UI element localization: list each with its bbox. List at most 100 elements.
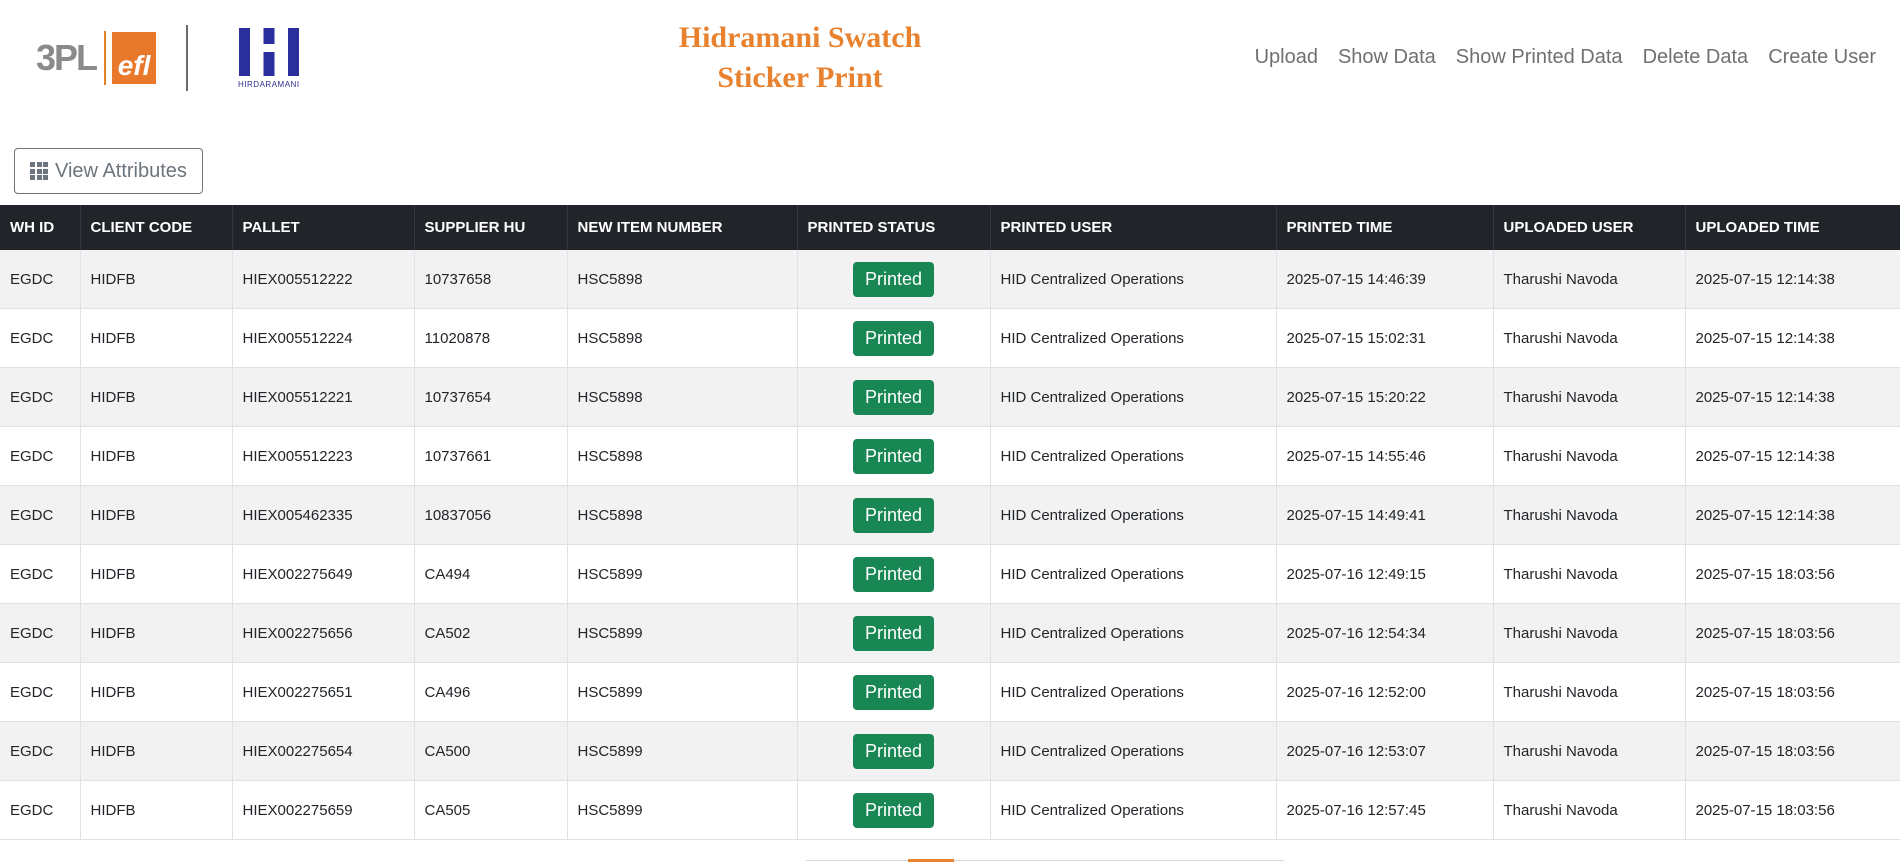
printed-status-badge[interactable]: Printed — [852, 497, 935, 533]
table-row: EGDC HIDFB HIEX002275654 CA500 HSC5899 P… — [0, 721, 1900, 781]
col-header-uploaded-time[interactable]: UPLOADED TIME — [1685, 205, 1900, 250]
cell-uploaded-time: 2025-07-15 12:14:38 — [1685, 426, 1900, 486]
col-header-printed-status[interactable]: PRINTED STATUS — [797, 205, 991, 250]
cell-supplier-hu: CA505 — [414, 780, 568, 840]
printed-status-badge[interactable]: Printed — [852, 438, 935, 474]
nav-show-printed-data[interactable]: Show Printed Data — [1456, 46, 1623, 69]
col-header-supplier-hu[interactable]: SUPPLIER HU — [414, 205, 568, 250]
col-header-client-code[interactable]: CLIENT CODE — [80, 205, 233, 250]
cell-pallet: HIEX005512222 — [232, 250, 415, 309]
cell-supplier-hu: 11020878 — [414, 308, 568, 368]
col-header-printed-time[interactable]: PRINTED TIME — [1276, 205, 1494, 250]
cell-uploaded-user: Tharushi Navoda — [1493, 544, 1686, 604]
table-row: EGDC HIDFB HIEX002275651 CA496 HSC5899 P… — [0, 662, 1900, 722]
printed-status-badge[interactable]: Printed — [852, 674, 935, 710]
cell-uploaded-time: 2025-07-15 18:03:56 — [1685, 662, 1900, 722]
cell-new-item-number: HSC5898 — [567, 485, 798, 545]
cell-client-code: HIDFB — [80, 603, 233, 663]
cell-printed-status: Printed — [797, 721, 991, 781]
col-header-printed-user[interactable]: PRINTED USER — [990, 205, 1277, 250]
cell-supplier-hu: 10737658 — [414, 250, 568, 309]
cell-supplier-hu: 10737661 — [414, 426, 568, 486]
nav-upload[interactable]: Upload — [1255, 46, 1318, 69]
col-header-new-item-number[interactable]: NEW ITEM NUMBER — [567, 205, 798, 250]
printed-status-badge[interactable]: Printed — [852, 379, 935, 415]
view-attributes-button[interactable]: View Attributes — [14, 148, 203, 194]
printed-status-badge[interactable]: Printed — [852, 556, 935, 592]
cell-wh-id: EGDC — [0, 603, 81, 663]
cell-new-item-number: HSC5898 — [567, 426, 798, 486]
data-table: WH ID CLIENT CODE PALLET SUPPLIER HU NEW… — [0, 205, 1900, 840]
cell-uploaded-time: 2025-07-15 12:14:38 — [1685, 308, 1900, 368]
cell-pallet: HIEX002275656 — [232, 603, 415, 663]
cell-pallet: HIEX005512221 — [232, 367, 415, 427]
cell-supplier-hu: CA500 — [414, 721, 568, 781]
cell-uploaded-time: 2025-07-15 18:03:56 — [1685, 780, 1900, 840]
cell-uploaded-user: Tharushi Navoda — [1493, 662, 1686, 722]
cell-wh-id: EGDC — [0, 721, 81, 781]
cell-client-code: HIDFB — [80, 662, 233, 722]
cell-printed-time: 2025-07-16 12:53:07 — [1276, 721, 1494, 781]
cell-uploaded-time: 2025-07-15 18:03:56 — [1685, 544, 1900, 604]
cell-client-code: HIDFB — [80, 250, 233, 309]
page-header: 3PL efl HIRDARAMANI Hidramani Swatch Sti… — [0, 0, 1900, 118]
cell-new-item-number: HSC5898 — [567, 367, 798, 427]
cell-uploaded-user: Tharushi Navoda — [1493, 367, 1686, 427]
printed-status-badge[interactable]: Printed — [852, 261, 935, 297]
cell-printed-time: 2025-07-15 14:55:46 — [1276, 426, 1494, 486]
cell-wh-id: EGDC — [0, 367, 81, 427]
cell-pallet: HIEX002275651 — [232, 662, 415, 722]
cell-printed-user: HID Centralized Operations — [990, 721, 1277, 781]
cell-printed-time: 2025-07-16 12:52:00 — [1276, 662, 1494, 722]
cell-uploaded-time: 2025-07-15 12:14:38 — [1685, 367, 1900, 427]
cell-pallet: HIEX002275649 — [232, 544, 415, 604]
cell-printed-user: HID Centralized Operations — [990, 662, 1277, 722]
table-row: EGDC HIDFB HIEX005512221 10737654 HSC589… — [0, 367, 1900, 427]
cell-printed-status: Printed — [797, 603, 991, 663]
cell-supplier-hu: 10737654 — [414, 367, 568, 427]
cell-printed-status: Printed — [797, 250, 991, 309]
cell-pallet: HIEX002275654 — [232, 721, 415, 781]
cell-new-item-number: HSC5898 — [567, 308, 798, 368]
cell-printed-status: Printed — [797, 544, 991, 604]
cell-printed-user: HID Centralized Operations — [990, 780, 1277, 840]
cell-supplier-hu: 10837056 — [414, 485, 568, 545]
nav-show-data[interactable]: Show Data — [1338, 46, 1436, 69]
cell-wh-id: EGDC — [0, 308, 81, 368]
cell-pallet: HIEX002275659 — [232, 780, 415, 840]
col-header-pallet[interactable]: PALLET — [232, 205, 415, 250]
cell-new-item-number: HSC5899 — [567, 603, 798, 663]
data-table-container: WH ID CLIENT CODE PALLET SUPPLIER HU NEW… — [0, 205, 1900, 840]
nav-create-user[interactable]: Create User — [1768, 46, 1876, 69]
cell-printed-user: HID Centralized Operations — [990, 603, 1277, 663]
cell-client-code: HIDFB — [80, 426, 233, 486]
cell-printed-time: 2025-07-15 14:46:39 — [1276, 250, 1494, 309]
cell-client-code: HIDFB — [80, 544, 233, 604]
printed-status-badge[interactable]: Printed — [852, 792, 935, 828]
table-row: EGDC HIDFB HIEX002275659 CA505 HSC5899 P… — [0, 780, 1900, 840]
grid-icon — [30, 162, 48, 180]
cell-new-item-number: HSC5899 — [567, 721, 798, 781]
cell-uploaded-time: 2025-07-15 12:14:38 — [1685, 250, 1900, 309]
cell-client-code: HIDFB — [80, 308, 233, 368]
cell-printed-user: HID Centralized Operations — [990, 367, 1277, 427]
printed-status-badge[interactable]: Printed — [852, 320, 935, 356]
table-row: EGDC HIDFB HIEX005512223 10737661 HSC589… — [0, 426, 1900, 486]
nav-delete-data[interactable]: Delete Data — [1643, 46, 1749, 69]
printed-status-badge[interactable]: Printed — [852, 615, 935, 651]
col-header-uploaded-user[interactable]: UPLOADED USER — [1493, 205, 1686, 250]
cell-uploaded-time: 2025-07-15 18:03:56 — [1685, 721, 1900, 781]
cell-wh-id: EGDC — [0, 250, 81, 309]
cell-pallet: HIEX005512224 — [232, 308, 415, 368]
cell-wh-id: EGDC — [0, 780, 81, 840]
cell-uploaded-time: 2025-07-15 12:14:38 — [1685, 485, 1900, 545]
cell-printed-status: Printed — [797, 367, 991, 427]
col-header-wh-id[interactable]: WH ID — [0, 205, 81, 250]
cell-printed-status: Printed — [797, 308, 991, 368]
cell-printed-status: Printed — [797, 662, 991, 722]
printed-status-badge[interactable]: Printed — [852, 733, 935, 769]
cell-printed-time: 2025-07-15 14:49:41 — [1276, 485, 1494, 545]
cell-new-item-number: HSC5899 — [567, 662, 798, 722]
cell-printed-time: 2025-07-15 15:20:22 — [1276, 367, 1494, 427]
cell-printed-user: HID Centralized Operations — [990, 426, 1277, 486]
